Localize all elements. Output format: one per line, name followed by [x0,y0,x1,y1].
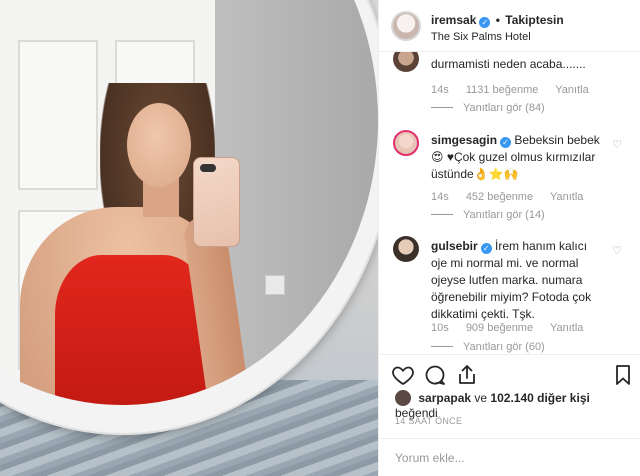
post-location[interactable]: The Six Palms Hotel [431,31,531,43]
likes-joiner: ve [474,391,488,405]
comment-heart-icon[interactable]: ♡ [611,139,623,151]
comment-time: 14s [431,191,449,203]
comment-body: gulsebir ✓ İrem hanım kalıcı oje mi norma… [431,238,606,323]
author-avatar[interactable] [391,11,421,41]
comment-meta: 10s 909 beğenme Yanıtla [431,322,597,334]
commenter-avatar[interactable] [393,236,419,262]
comments-list[interactable]: durmamisti neden acaba....... 14s 1131 b… [379,52,640,354]
replies-dash [431,346,453,347]
post-header: iremsak ✓ • Takiptesin The Six Palms Hote… [379,0,640,52]
phone-in-hand [193,157,240,247]
comment-likes[interactable]: 452 beğenme [466,191,533,203]
first-liker[interactable]: sarpapak [418,391,471,405]
view-replies-label: Yanıtları gör (14) [463,209,545,221]
comment-body: simgesagin ✓ Bebeksin bebek😍 ♥Çok guzel o… [431,132,606,183]
add-comment-input[interactable] [395,449,615,467]
bookmark-icon[interactable] [611,363,635,387]
post-photo[interactable] [0,0,378,476]
red-dress [55,255,210,405]
commenter-username[interactable]: gulsebir [431,239,478,253]
share-icon[interactable] [455,363,479,387]
comment-time: 14s [431,84,449,96]
comment-heart-icon[interactable]: ♡ [611,245,623,257]
liker-avatar[interactable] [395,390,411,406]
separator-dot: • [495,13,500,27]
reply-button[interactable]: Yanıtla [555,84,588,96]
post-sidebar: iremsak ✓ • Takiptesin The Six Palms Hote… [378,0,640,476]
author-line: iremsak ✓ • Takiptesin [431,13,564,28]
likes-count[interactable]: 102.140 diğer kişi [490,391,589,405]
phone-camera [200,164,216,172]
wall-outlet [265,275,285,295]
view-replies[interactable]: Yanıtları gör (14) [431,209,545,221]
photo-face [127,103,191,187]
commenter-avatar[interactable] [393,130,419,156]
comment-icon[interactable] [423,363,447,387]
comment-likes[interactable]: 1131 beğenme [466,84,539,96]
comment-text: durmamisti neden acaba....... [431,57,586,71]
comment-likes[interactable]: 909 beğenme [466,322,533,334]
view-replies[interactable]: Yanıtları gör (60) [431,341,545,353]
follow-status[interactable]: Takiptesin [505,13,563,27]
add-comment-bar [379,438,640,476]
verified-icon: ✓ [500,137,512,148]
view-replies[interactable]: Yanıtları gör (84) [431,102,545,114]
heart-icon[interactable] [391,363,415,387]
reply-button[interactable]: Yanıtla [550,191,583,203]
view-replies-label: Yanıtları gör (60) [463,341,545,353]
commenter-avatar[interactable] [393,52,419,72]
commenter-username[interactable]: simgesagin [431,133,497,147]
mirror [0,0,378,405]
replies-dash [431,214,453,215]
comment-meta: 14s 1131 beğenme Yanıtla [431,84,603,96]
verified-icon: ✓ [480,243,492,254]
reply-button[interactable]: Yanıtla [550,322,583,334]
verified-icon: ✓ [479,17,491,28]
comment-time: 10s [431,322,449,334]
post-time[interactable]: 14 SAAT ÖNCE [395,416,462,426]
author-username[interactable]: iremsak [431,13,476,27]
comment-meta: 14s 452 beğenme Yanıtla [431,191,597,203]
view-replies-label: Yanıtları gör (84) [463,102,545,114]
replies-dash [431,107,453,108]
